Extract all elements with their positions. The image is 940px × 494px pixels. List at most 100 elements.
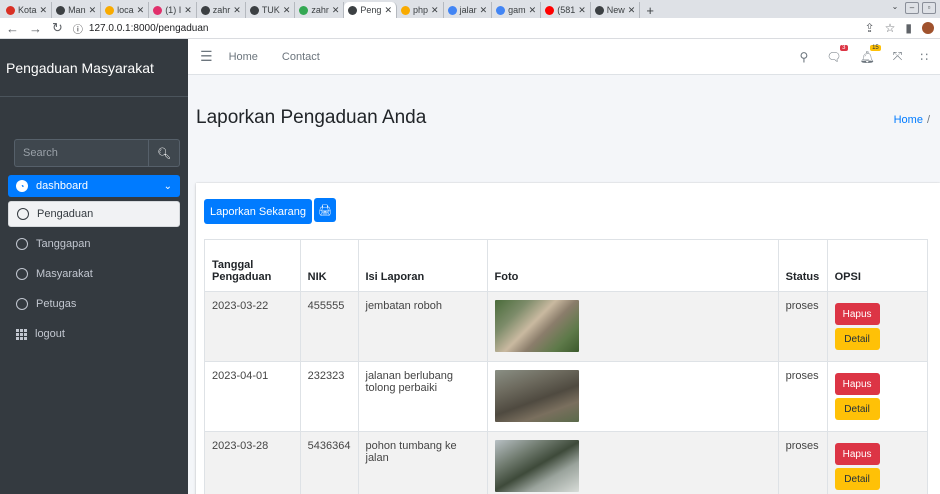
sidebar-item-pengaduan[interactable]: Pengaduan [8, 201, 180, 227]
sidebar-item-tanggapan[interactable]: Tanggapan [8, 231, 180, 257]
cell-isi: jalanan berlubang tolong perbaiki [357, 361, 488, 432]
share-icon[interactable]: ⇪ [865, 21, 875, 35]
apps-grid-icon[interactable]: ∷ [920, 50, 928, 64]
detail-button[interactable]: Detail [834, 468, 880, 490]
breadcrumb-separator: / [926, 114, 930, 126]
report-now-button[interactable]: Laporkan Sekarang [204, 199, 313, 224]
close-tab-icon[interactable]: ✕ [283, 5, 291, 16]
notifications-button[interactable]: 🔔︎ 15 [860, 44, 881, 64]
sidebar-item-petugas[interactable]: Petugas [8, 291, 180, 317]
cell-status: proses [777, 291, 828, 362]
new-tab-icon[interactable]: + [640, 3, 660, 18]
hamburger-menu-icon[interactable]: ☰ [200, 48, 213, 65]
tab-favicon-icon [401, 5, 410, 15]
forward-arrow-icon[interactable]: → [29, 21, 42, 36]
table-header-row: Tanggal Pengaduan NIK Isi Laporan Foto S… [204, 239, 929, 292]
search-icon[interactable]: ⚲ [799, 50, 808, 64]
messages-button[interactable]: 🗨︎ 3 [826, 44, 848, 64]
column-header-opsi: OPSI [826, 239, 929, 292]
profile-avatar-icon[interactable] [922, 22, 934, 34]
sidebar-menu: ◔ dashboard ⌄ Pengaduan Tanggapan Masyar… [8, 175, 180, 347]
browser-tab[interactable]: zahr ✕ [197, 2, 246, 18]
column-header-status: Status [777, 239, 828, 292]
nav-link-contact[interactable]: Contact [282, 51, 320, 63]
cell-isi: pohon tumbang ke jalan [357, 431, 488, 494]
column-header-nik: NIK [299, 239, 359, 292]
tab-favicon-icon [105, 5, 115, 15]
cell-tanggal: 2023-03-22 [204, 291, 301, 362]
browser-tab[interactable]: jalar ✕ [444, 2, 493, 18]
close-tab-icon[interactable]: ✕ [480, 5, 488, 16]
star-icon[interactable]: ☆ [885, 21, 896, 35]
browser-tab[interactable]: loca ✕ [101, 2, 150, 18]
tab-favicon-icon [200, 5, 210, 15]
browser-tab[interactable]: TUK ✕ [246, 2, 296, 18]
url-field[interactable]: ⓘ 127.0.0.1:8000/pengaduan [73, 21, 209, 36]
complaint-photo-road[interactable] [494, 370, 579, 422]
close-tab-icon[interactable]: ✕ [184, 5, 192, 16]
grid-icon [16, 328, 27, 340]
circle-icon [16, 268, 28, 280]
delete-button[interactable]: Hapus [834, 373, 880, 395]
cell-opsi: Hapus Detail [826, 361, 929, 432]
chevron-down-icon: ⌄ [163, 180, 172, 192]
fullscreen-icon[interactable]: ⤧ [893, 49, 903, 64]
delete-button[interactable]: Hapus [834, 303, 880, 325]
print-button[interactable]: 🖨︎ [314, 198, 336, 222]
close-tab-icon[interactable]: ✕ [384, 5, 392, 16]
tab-favicon-icon [6, 5, 15, 15]
table-row: 2023-04-01 232323 jalanan berlubang tolo… [204, 361, 929, 432]
breadcrumb-home-link[interactable]: Home [894, 114, 923, 126]
browser-tab[interactable]: New ✕ [591, 2, 641, 18]
comments-icon: 🗨︎ [826, 49, 842, 64]
minimize-icon[interactable]: – [905, 2, 919, 14]
cell-foto [486, 431, 779, 494]
browser-tab[interactable]: (1) I ✕ [149, 2, 197, 18]
browser-tab[interactable]: Man ✕ [52, 2, 102, 18]
complaint-photo-tree[interactable] [494, 440, 579, 492]
close-tab-icon[interactable]: ✕ [332, 5, 340, 16]
close-tab-icon[interactable]: ✕ [40, 5, 48, 16]
browser-tab-active[interactable]: Peng ✕ [344, 2, 397, 18]
browser-tab[interactable]: gam ✕ [492, 2, 542, 18]
sidepanel-icon[interactable]: ▮ [905, 21, 912, 35]
browser-tab[interactable]: Kota ✕ [2, 2, 53, 18]
cell-status: proses [777, 431, 828, 494]
reload-icon[interactable]: ↻ [52, 20, 63, 36]
circle-icon [16, 298, 28, 310]
detail-button[interactable]: Detail [834, 328, 880, 350]
circle-icon [17, 208, 29, 220]
tab-favicon-icon [153, 5, 163, 15]
close-tab-icon[interactable]: ✕ [431, 5, 439, 16]
detail-button[interactable]: Detail [834, 398, 880, 420]
brand-link[interactable]: Pengaduan Masyarakat [0, 39, 188, 97]
close-tab-icon[interactable]: ✕ [529, 5, 537, 16]
browser-tab[interactable]: (581 ✕ [541, 2, 591, 18]
chevron-down-icon[interactable]: ⌄ [888, 2, 902, 14]
column-header-isi: Isi Laporan [357, 239, 488, 292]
top-navbar: ☰ Home Contact ⚲ 🗨︎ 3 🔔︎ 15 ⤧ ∷ [188, 39, 940, 75]
close-tab-icon[interactable]: ✕ [89, 5, 97, 16]
cell-foto [486, 361, 779, 432]
complaint-photo-bridge[interactable] [494, 300, 579, 352]
close-tab-icon[interactable]: ✕ [137, 5, 145, 16]
sidebar: Pengaduan Masyarakat 🔍︎ ◔ dashboard ⌄ Pe… [0, 39, 188, 494]
sidebar-item-logout[interactable]: logout [8, 321, 180, 347]
close-tab-icon[interactable]: ✕ [628, 5, 636, 16]
close-tab-icon[interactable]: ✕ [233, 5, 241, 16]
nav-link-home[interactable]: Home [229, 51, 258, 63]
back-arrow-icon[interactable]: ← [6, 21, 19, 36]
sidebar-item-masyarakat[interactable]: Masyarakat [8, 261, 180, 287]
messages-badge: 3 [840, 44, 848, 51]
close-tab-icon[interactable]: ✕ [578, 5, 586, 16]
cell-opsi: Hapus Detail [826, 291, 929, 362]
maximize-icon[interactable]: ▫ [922, 2, 936, 14]
delete-button[interactable]: Hapus [834, 443, 880, 465]
sidebar-search-input[interactable] [14, 139, 148, 167]
search-button[interactable]: 🔍︎ [148, 139, 180, 167]
sidebar-item-dashboard[interactable]: ◔ dashboard ⌄ [8, 175, 180, 197]
browser-tab[interactable]: php ✕ [397, 2, 444, 18]
cell-tanggal: 2023-04-01 [204, 361, 301, 432]
breadcrumb: Home / [894, 114, 930, 126]
browser-tab[interactable]: zahr ✕ [295, 2, 345, 18]
